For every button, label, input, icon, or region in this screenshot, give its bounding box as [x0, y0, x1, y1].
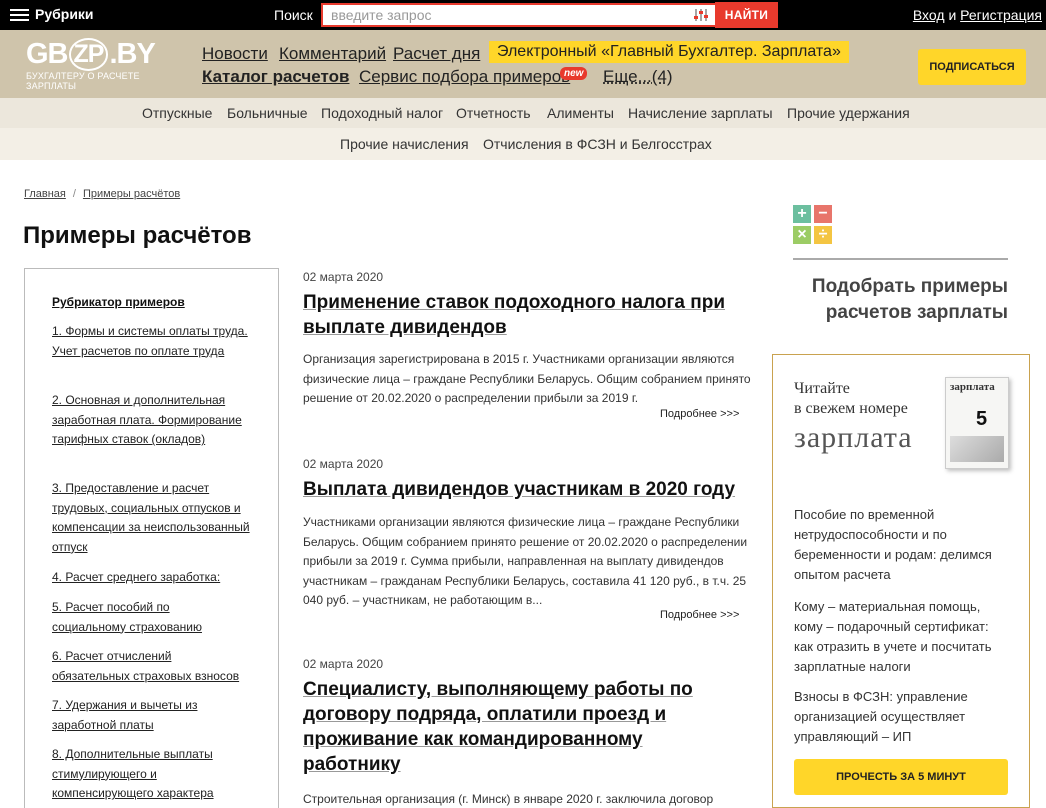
search-input[interactable] — [323, 5, 683, 25]
rubricator-item[interactable]: 4. Расчет среднего заработка: — [52, 568, 252, 588]
cat-nachislenie[interactable]: Начисление зарплаты — [628, 105, 773, 121]
search-label: Поиск — [274, 7, 313, 23]
rubricator-item[interactable]: 8. Дополнительные выплаты стимулирующего… — [52, 745, 227, 804]
login-link[interactable]: Вход — [913, 7, 945, 23]
rubriki-label: Рубрики — [35, 6, 94, 22]
magazine-read-text: Читайте в свежем номере — [794, 379, 908, 419]
hamburger-icon — [10, 8, 29, 21]
magazine-cover-title: зарплата — [950, 381, 995, 393]
subscribe-button[interactable]: ПОДПИСАТЬСЯ — [918, 49, 1026, 85]
search-button[interactable]: НАЙТИ — [715, 2, 778, 28]
rubricator-item[interactable]: 2. Основная и дополнительная заработная … — [52, 391, 252, 450]
logo-text-pre: GB — [26, 38, 68, 71]
rubricator-panel: Рубрикатор примеров 1. Формы и системы о… — [24, 268, 279, 808]
cat-alimenty[interactable]: Алименты — [547, 105, 614, 121]
minus-icon: − — [814, 205, 832, 223]
site-logo[interactable]: GB ZP .BY БУХГАЛТЕРУ О РАСЧЕТЕ ЗАРПЛАТЫ — [26, 38, 176, 91]
breadcrumb-current[interactable]: Примеры расчётов — [83, 188, 180, 200]
rubricator-title[interactable]: Рубрикатор примеров — [52, 295, 185, 309]
magazine-article-link[interactable]: Кому – материальная помощь, кому – подар… — [794, 597, 1004, 677]
article-date: 02 марта 2020 — [303, 270, 383, 284]
divide-icon: ÷ — [814, 226, 832, 244]
logo-tagline: БУХГАЛТЕРУ О РАСЧЕТЕ ЗАРПЛАТЫ — [26, 71, 176, 91]
article-title[interactable]: Выплата дивидендов участникам в 2020 год… — [303, 477, 753, 502]
article-more-link[interactable]: Подробнее >>> — [660, 408, 739, 420]
new-badge: new — [560, 67, 587, 80]
breadcrumb-separator: / — [73, 188, 76, 200]
article-title[interactable]: Специалисту, выполняющему работы по дого… — [303, 677, 723, 777]
cat-prochie-uderzhania[interactable]: Прочие удержания — [787, 105, 910, 121]
magazine-cover[interactable]: зарплата 5 — [945, 377, 1009, 469]
search-box — [321, 3, 717, 27]
rubriki-menu-button[interactable]: Рубрики — [10, 6, 94, 22]
rubricator-item[interactable]: 7. Удержания и вычеты из заработной плат… — [52, 696, 212, 735]
nav-news[interactable]: Новости — [202, 44, 268, 64]
auth-links: Вход и Регистрация — [913, 7, 1042, 23]
rubricator-item[interactable]: 6. Расчет отчислений обязательных страхо… — [52, 647, 247, 686]
magazine-article-link[interactable]: Пособие по временной нетрудоспособности … — [794, 505, 1004, 585]
article-date: 02 марта 2020 — [303, 457, 383, 471]
register-link[interactable]: Регистрация — [960, 7, 1042, 23]
magazine-cover-number: 5 — [976, 408, 987, 431]
article-date: 02 марта 2020 — [303, 657, 383, 671]
nav-calc-day[interactable]: Расчет дня — [393, 44, 480, 64]
read-5-minutes-button[interactable]: ПРОЧЕСТЬ ЗА 5 МИНУТ — [794, 759, 1008, 795]
magazine-article-link[interactable]: Взносы в ФСЗН: управление организацией о… — [794, 687, 1004, 747]
nav-promo-electronic[interactable]: Электронный «Главный Бухгалтер. Зарплата… — [489, 41, 849, 63]
nav-more[interactable]: Еще...(4) — [603, 67, 673, 87]
article-title[interactable]: Применение ставок подоходного налога при… — [303, 290, 753, 340]
breadcrumb-home[interactable]: Главная — [24, 188, 66, 200]
nav-catalog[interactable]: Каталог расчетов — [202, 67, 349, 87]
magazine-read-line-1: Читайте — [794, 379, 908, 399]
cat-podohodny[interactable]: Подоходный налог — [321, 105, 443, 121]
right-divider — [793, 258, 1008, 260]
article-excerpt: Организация зарегистрирована в 2015 г. У… — [303, 350, 753, 409]
top-bar: Рубрики Поиск НАЙТИ Вход и Регистрация — [0, 0, 1046, 30]
filter-icon[interactable] — [693, 8, 709, 22]
calculator-icon[interactable]: + − × ÷ — [793, 205, 833, 245]
rubricator-item[interactable]: 3. Предоставление и расчет трудовых, соц… — [52, 479, 252, 557]
auth-and: и — [948, 7, 956, 23]
times-icon: × — [793, 226, 811, 244]
article-excerpt: Участниками организации являются физичес… — [303, 513, 753, 611]
article-excerpt: Строительная организация (г. Минск) в ян… — [303, 790, 753, 808]
logo-text-post: .BY — [109, 38, 154, 71]
nav-comments[interactable]: Комментарий — [279, 44, 386, 64]
category-bar: Отпускные Больничные Подоходный налог От… — [0, 98, 1046, 160]
magazine-name: зарплата — [794, 421, 913, 455]
cat-fszn[interactable]: Отчисления в ФСЗН и Белгосстрах — [483, 136, 712, 152]
cat-bolnichnye[interactable]: Больничные — [227, 105, 308, 121]
cat-otpusknye[interactable]: Отпускные — [142, 105, 212, 121]
magazine-cover-image — [950, 436, 1004, 462]
plus-icon: + — [793, 205, 811, 223]
pick-examples-link[interactable]: Подобрать примеры расчетов зарплаты — [780, 274, 1008, 326]
page-title: Примеры расчётов — [23, 222, 251, 250]
cat-prochie-nachislenia[interactable]: Прочие начисления — [340, 136, 469, 152]
rubricator-item[interactable]: 5. Расчет пособий по социальному страхов… — [52, 598, 212, 637]
magazine-read-line-2: в свежем номере — [794, 399, 908, 419]
logo-text-mid: ZP — [69, 38, 109, 71]
article-more-link[interactable]: Подробнее >>> — [660, 609, 739, 621]
magazine-panel: Читайте в свежем номере зарплата зарплат… — [772, 354, 1030, 808]
cat-otchetnost[interactable]: Отчетность — [456, 105, 531, 121]
nav-service[interactable]: Сервис подбора примеров — [359, 67, 570, 87]
rubricator-item[interactable]: 1. Формы и системы оплаты труда. Учет ра… — [52, 322, 252, 361]
breadcrumb: Главная / Примеры расчётов — [24, 188, 180, 200]
site-header: GB ZP .BY БУХГАЛТЕРУ О РАСЧЕТЕ ЗАРПЛАТЫ … — [0, 30, 1046, 98]
